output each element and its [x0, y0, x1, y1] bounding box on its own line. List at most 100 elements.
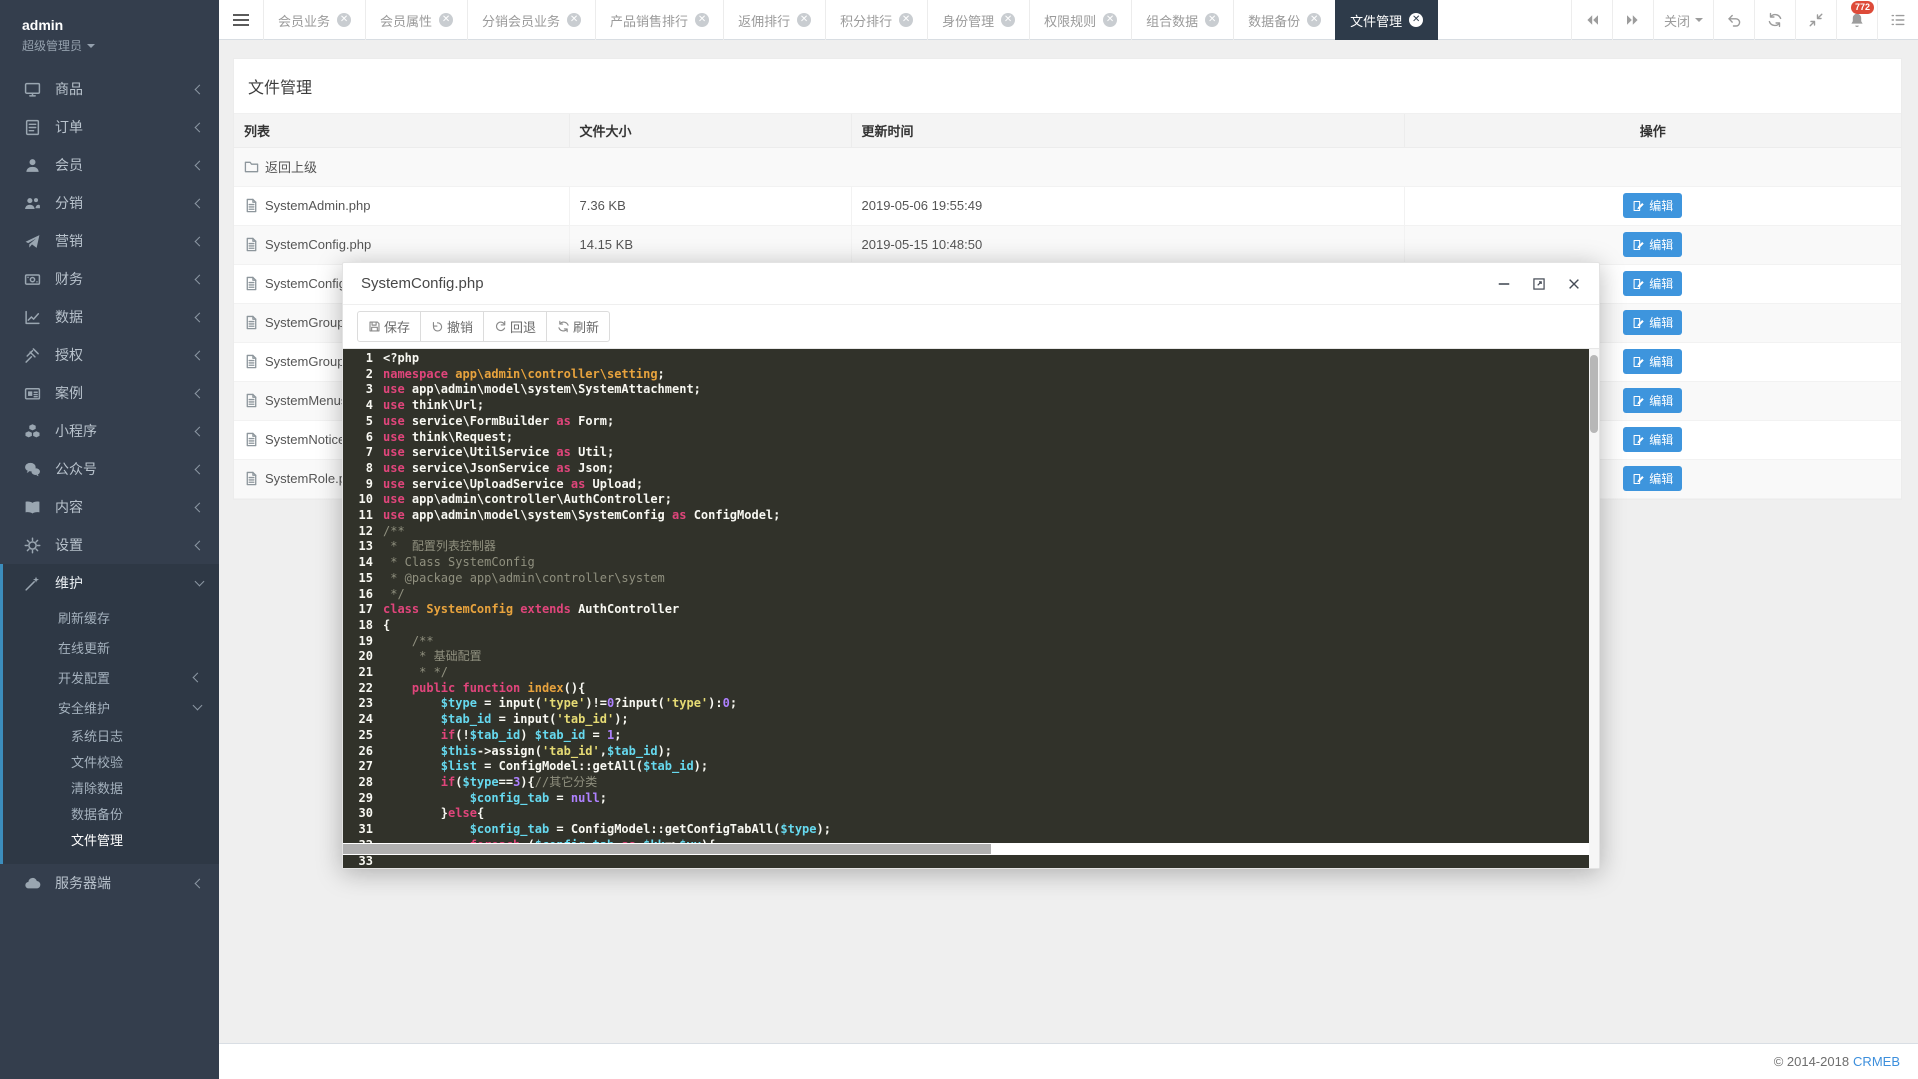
sidebar-item-maintenance[interactable]: 维护	[3, 564, 219, 602]
edit-button[interactable]: 编辑	[1623, 310, 1682, 335]
sidebar-item-distribution[interactable]: 分销	[0, 184, 219, 222]
control-nav-forward[interactable]	[1612, 0, 1653, 40]
undo-icon	[431, 320, 444, 333]
vertical-scrollbar[interactable]	[1589, 349, 1599, 868]
edit-button[interactable]: 编辑	[1623, 232, 1682, 257]
topbar-tab[interactable]: 会员属性✕	[365, 0, 467, 40]
item-label: 小程序	[55, 421, 196, 441]
tab-close-icon[interactable]: ✕	[1001, 13, 1015, 27]
topbar-tab[interactable]: 数据备份✕	[1233, 0, 1335, 40]
control-nav-backward[interactable]	[1571, 0, 1612, 40]
sidebar-item-data[interactable]: 数据	[0, 298, 219, 336]
edit-button[interactable]: 编辑	[1623, 193, 1682, 218]
tab-close-icon[interactable]: ✕	[695, 13, 709, 27]
topbar-tab[interactable]: 组合数据 ✕	[1131, 0, 1233, 40]
sidebar-item-authorization[interactable]: 授权	[0, 336, 219, 374]
topbar-tab[interactable]: 积分排行✕	[825, 0, 927, 40]
tab-label: 组合数据	[1146, 11, 1198, 30]
topbar-tab[interactable]: 文件管理✕	[1335, 0, 1438, 40]
topbar-tab[interactable]: 会员业务✕	[263, 0, 365, 40]
edit-button[interactable]: 编辑	[1623, 388, 1682, 413]
sidebar-item-orders[interactable]: 订单	[0, 108, 219, 146]
chevron-left-icon	[195, 312, 205, 322]
sidebar-item-finance[interactable]: 财务	[0, 260, 219, 298]
sidebar-subitem-file-verify[interactable]: 文件校验	[3, 748, 219, 774]
chevron-left-icon	[195, 350, 205, 360]
sidebar-item-content[interactable]: 内容	[0, 488, 219, 526]
code-editor[interactable]: 1<?php2namespace app\admin\controller\se…	[343, 349, 1599, 868]
sidebar-item-marketing[interactable]: 营销	[0, 222, 219, 260]
line-number: 15	[343, 571, 373, 587]
code-line: 29 $config_tab = null;	[343, 791, 1599, 807]
sidebar-subitem-refresh-cache[interactable]: 刷新缓存	[3, 602, 219, 632]
crmeb-link[interactable]: CRMEB	[1853, 1054, 1900, 1069]
code-line: 14 * Class SystemConfig	[343, 555, 1599, 571]
toolbar-refresh-button[interactable]: 刷新	[546, 311, 610, 342]
sidebar-subitem-online-update[interactable]: 在线更新	[3, 632, 219, 662]
panel-title: 文件管理	[234, 59, 1901, 114]
edit-button[interactable]: 编辑	[1623, 349, 1682, 374]
hamburger-menu-icon[interactable]	[219, 0, 263, 40]
control-refresh-page[interactable]	[1754, 0, 1795, 40]
tab-close-icon[interactable]: ✕	[899, 13, 913, 27]
edit-button[interactable]: 编辑	[1623, 271, 1682, 296]
control-close-tabs-dropdown[interactable]: 关闭	[1653, 0, 1713, 40]
tab-close-icon[interactable]: ✕	[797, 13, 811, 27]
control-notifications[interactable]: 772	[1836, 0, 1877, 40]
tab-close-icon[interactable]: ✕	[1307, 13, 1321, 27]
maximize-icon[interactable]	[1531, 276, 1546, 291]
tab-close-icon[interactable]: ✕	[567, 13, 581, 27]
tab-close-icon[interactable]: ✕	[1205, 13, 1219, 27]
sidebar-item-miniapp[interactable]: 小程序	[0, 412, 219, 450]
sidebar-item-wechat-official[interactable]: 公众号	[0, 450, 219, 488]
sidebar-subitem-file-manage[interactable]: 文件管理	[3, 826, 219, 852]
close-icon[interactable]	[1566, 276, 1581, 291]
sidebar-item-server-side[interactable]: 服务器端	[0, 864, 219, 902]
topbar-tab[interactable]: 产品销售排行✕	[595, 0, 723, 40]
tab-close-icon[interactable]: ✕	[439, 13, 453, 27]
control-compress-screen[interactable]	[1795, 0, 1836, 40]
toolbar-undo-button[interactable]: 撤销	[420, 311, 484, 342]
sidebar-item-settings[interactable]: 设置	[0, 526, 219, 564]
tab-label: 分销会员业务	[482, 11, 560, 30]
edit-button[interactable]: 编辑	[1623, 427, 1682, 452]
control-task-list[interactable]	[1877, 0, 1918, 40]
up-cell[interactable]: 返回上级	[234, 147, 1901, 186]
code-editor-modal: SystemConfig.php 保存撤销回退刷新 1<?php2namespa…	[342, 262, 1600, 869]
tab-close-icon[interactable]: ✕	[1103, 13, 1117, 27]
code-line: 27 $list = ConfigModel::getAll($tab_id);	[343, 759, 1599, 775]
table-row-up[interactable]: 返回上级	[234, 147, 1901, 186]
topbar-tab[interactable]: 分销会员业务 ✕	[467, 0, 595, 40]
tab-label: 返佣排行	[738, 11, 790, 30]
file-icon	[244, 315, 259, 330]
user-role-dropdown[interactable]: 超级管理员	[22, 37, 197, 54]
horizontal-scrollbar[interactable]	[343, 843, 1589, 855]
item-label: 分销	[55, 193, 196, 213]
case-icon	[24, 385, 41, 402]
topbar-tab[interactable]: 返佣排行 ✕	[723, 0, 825, 40]
code-line: 19 /**	[343, 634, 1599, 650]
sidebar-subitem-data-backup[interactable]: 数据备份	[3, 800, 219, 826]
sidebar-subitem-clear-data[interactable]: 清除数据	[3, 774, 219, 800]
tab-close-icon[interactable]: ✕	[337, 13, 351, 27]
sidebar-item-members[interactable]: 会员	[0, 146, 219, 184]
tab-close-icon[interactable]: ✕	[1409, 13, 1423, 27]
toolbar-rollback-button[interactable]: 回退	[483, 311, 547, 342]
sidebar-subitem-security-maintain[interactable]: 安全维护	[3, 692, 219, 722]
toolbar-save-button[interactable]: 保存	[357, 311, 421, 342]
user-icon	[24, 157, 41, 174]
topbar-controls: 关闭 772	[1571, 0, 1918, 40]
control-undo-nav[interactable]	[1713, 0, 1754, 40]
item-label: 安全维护	[58, 698, 194, 717]
sidebar-subitem-system-log[interactable]: 系统日志	[3, 722, 219, 748]
item-label: 服务器端	[55, 873, 196, 893]
line-number: 27	[343, 759, 373, 775]
minimize-icon[interactable]	[1496, 276, 1511, 291]
sidebar-subitem-dev-config[interactable]: 开发配置	[3, 662, 219, 692]
edit-button[interactable]: 编辑	[1623, 466, 1682, 491]
topbar-tab[interactable]: 身份管理✕	[927, 0, 1029, 40]
topbar-tab[interactable]: 权限规则✕	[1029, 0, 1131, 40]
table-row: SystemConfig.php14.15 KB2019-05-15 10:48…	[234, 225, 1901, 264]
sidebar-item-goods[interactable]: 商品	[0, 70, 219, 108]
sidebar-item-cases[interactable]: 案例	[0, 374, 219, 412]
